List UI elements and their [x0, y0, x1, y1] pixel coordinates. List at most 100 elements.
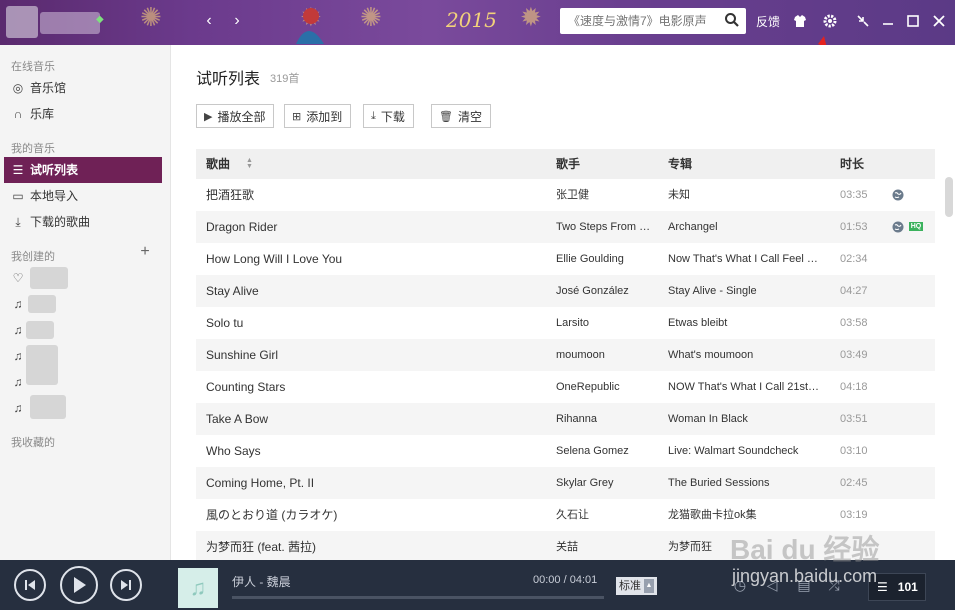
artist-name[interactable]: Ellie Goulding — [556, 243, 652, 275]
quality-selector[interactable]: 标准 ▲ — [616, 577, 657, 595]
sidebar-item-created-playlist[interactable]: ♫ — [4, 395, 162, 421]
album-name[interactable]: Now That's What I Call Feel Good — [668, 243, 822, 275]
album-name[interactable]: Live: Walmart Soundcheck — [668, 435, 822, 467]
firework-decoration: ✹ — [520, 2, 542, 32]
song-title: 風のとおり道 (カラオケ) — [206, 508, 338, 522]
play-icon — [74, 577, 86, 593]
plus-square-icon: ⊞ — [292, 110, 302, 123]
add-to-button[interactable]: ⊞ 添加到 — [284, 104, 352, 128]
column-album[interactable]: 专辑 — [668, 149, 692, 179]
play-all-button[interactable]: ▶ 播放全部 — [196, 104, 275, 128]
sidebar-item-music-hall[interactable]: ◎ 音乐馆 — [4, 75, 162, 101]
settings-gear-icon[interactable] — [820, 11, 840, 31]
artist-name[interactable]: moumoon — [556, 339, 652, 371]
artist-name[interactable]: 张卫健 — [556, 179, 652, 211]
table-row[interactable]: 把酒狂歌 张卫健 未知 03:35 — [196, 179, 935, 211]
forward-button[interactable]: › — [226, 10, 248, 32]
sidebar-item-label: 试听列表 — [30, 163, 79, 177]
sidebar-item-label: 乐库 — [30, 107, 55, 121]
list-icon: ☰ — [12, 163, 24, 177]
album-name[interactable]: Stay Alive - Single — [668, 275, 822, 307]
artist-name[interactable]: 久石让 — [556, 499, 652, 531]
now-playing-title[interactable]: 伊人 - 魏晨 — [232, 573, 291, 590]
table-row[interactable]: Who Says Selena Gomez Live: Walmart Soundc… — [196, 435, 935, 467]
artist-name[interactable]: Rihanna — [556, 403, 652, 435]
skin-icon[interactable] — [790, 11, 810, 31]
maximize-icon[interactable] — [903, 11, 923, 31]
feedback-link[interactable]: 反馈 — [756, 13, 780, 30]
vip-badge-icon: ◆ — [96, 14, 104, 25]
button-label: 清空 — [457, 109, 482, 124]
sidebar-item-favorites[interactable]: ♡ — [4, 265, 162, 291]
blurred-label — [28, 295, 56, 313]
play-button[interactable] — [60, 566, 98, 604]
table-row[interactable]: Counting Stars OneRepublic NOW That's What… — [196, 371, 935, 403]
table-row[interactable]: How Long Will I Love You Ellie Goulding No… — [196, 243, 935, 275]
sidebar-item-playlist[interactable]: ☰ 试听列表 — [4, 157, 162, 183]
mini-mode-icon[interactable] — [853, 11, 873, 31]
close-icon[interactable] — [929, 11, 949, 31]
download-button[interactable]: ⤓ 下载 — [363, 104, 414, 128]
button-label: 添加到 — [306, 109, 343, 124]
column-song[interactable]: 歌曲 — [206, 149, 230, 179]
album-name[interactable]: Woman In Black — [668, 403, 822, 435]
album-cover[interactable]: ♫ — [178, 568, 218, 608]
caret-up-icon: ▲ — [644, 579, 654, 593]
previous-button[interactable] — [14, 569, 46, 601]
table-row[interactable]: Dragon Rider Two Steps From Hell Archangel… — [196, 211, 935, 243]
artist-name[interactable]: Two Steps From Hell — [556, 211, 652, 243]
total-time: 04:01 — [569, 574, 598, 586]
button-label: 播放全部 — [217, 109, 266, 124]
table-row[interactable]: Solo tu Larsito Etwas bleibt 03:58 — [196, 307, 935, 339]
song-title: 把酒狂歌 — [206, 188, 255, 202]
clear-button[interactable]: 🗑 清空 — [431, 104, 491, 128]
search-icon[interactable] — [724, 12, 740, 28]
artist-name[interactable]: 关喆 — [556, 531, 652, 563]
table-row[interactable]: Take A Bow Rihanna Woman In Black 03:51 — [196, 403, 935, 435]
add-playlist-button[interactable]: + — [138, 244, 152, 260]
list-icon: ☰ — [877, 580, 888, 594]
sort-icon[interactable]: ▲ ▼ — [246, 157, 253, 170]
song-title: Sunshine Girl — [206, 348, 279, 362]
table-row[interactable]: Sunshine Girl moumoon What's moumoon 03:49 — [196, 339, 935, 371]
button-label: 下载 — [380, 109, 405, 124]
song-title: Stay Alive — [206, 284, 259, 298]
artist-name[interactable]: Skylar Grey — [556, 467, 652, 499]
table-header: 歌曲 ▲ ▼ 歌手 专辑 时长 — [196, 149, 935, 179]
album-name[interactable]: The Buried Sessions — [668, 467, 822, 499]
globe-icon[interactable] — [892, 221, 904, 233]
column-artist[interactable]: 歌手 — [556, 149, 580, 179]
artist-name[interactable]: OneRepublic — [556, 371, 652, 403]
trash-icon: 🗑 — [439, 110, 453, 123]
back-button[interactable]: ‹ — [198, 10, 220, 32]
duration: 03:49 — [840, 349, 868, 361]
album-name[interactable]: NOW That's What I Call 21st Century — [668, 371, 822, 403]
column-duration[interactable]: 时长 — [840, 149, 864, 179]
sidebar-item-downloaded[interactable]: ⤓ 下载的歌曲 — [4, 209, 162, 235]
album-name[interactable]: Etwas bleibt — [668, 307, 822, 339]
table-row[interactable]: Coming Home, Pt. II Skylar Grey The Buried… — [196, 467, 935, 499]
artist-name[interactable]: Selena Gomez — [556, 435, 652, 467]
artist-name[interactable]: Larsito — [556, 307, 652, 339]
album-name[interactable]: Archangel — [668, 211, 822, 243]
search-input[interactable] — [560, 8, 720, 34]
sidebar-item-label: 下载的歌曲 — [30, 215, 91, 229]
album-name[interactable]: What's moumoon — [668, 339, 822, 371]
album-name[interactable]: 未知 — [668, 179, 822, 211]
next-button[interactable] — [110, 569, 142, 601]
progress-bar[interactable] — [232, 596, 604, 599]
table-row[interactable]: 風のとおり道 (カラオケ) 久石让 龙猫歌曲卡拉ok集 03:19 — [196, 499, 935, 531]
sidebar-item-local-import[interactable]: ▭ 本地导入 — [4, 183, 162, 209]
album-name[interactable]: 龙猫歌曲卡拉ok集 — [668, 499, 822, 531]
user-name[interactable] — [40, 12, 100, 34]
table-row[interactable]: Stay Alive José González Stay Alive - Sing… — [196, 275, 935, 307]
artist-name[interactable]: José González — [556, 275, 652, 307]
user-avatar[interactable] — [6, 6, 38, 38]
download-icon: ⤓ — [15, 215, 21, 229]
scrollbar[interactable] — [945, 177, 953, 217]
globe-icon[interactable] — [892, 189, 904, 201]
blurred-label — [30, 395, 66, 419]
sidebar-item-library[interactable]: ∩ 乐库 — [4, 101, 162, 127]
minimize-icon[interactable] — [878, 11, 898, 31]
search-box[interactable] — [560, 8, 746, 34]
